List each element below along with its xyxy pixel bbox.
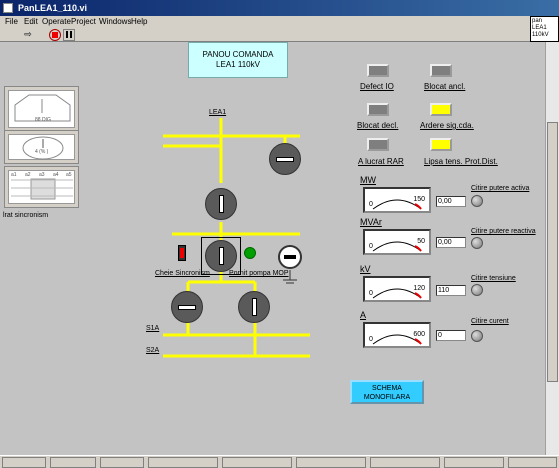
taskbar-item[interactable] — [370, 457, 440, 468]
gauge-mvar: 0 50 — [363, 229, 431, 255]
indicator-ardere-sig — [430, 103, 452, 116]
gauge-max: 50 — [417, 238, 425, 245]
indicator-label: Defect IO — [360, 82, 394, 91]
lea-label: LEA1 — [209, 109, 227, 116]
gauge-min: 0 — [369, 336, 373, 343]
indicator-label: A lucrat RAR — [358, 157, 404, 166]
indicator-label: Blocat ancl. — [424, 82, 466, 91]
gauge-min: 0 — [369, 201, 373, 208]
read-kv-button[interactable] — [471, 284, 483, 296]
read-a-label: Citire curent — [471, 318, 509, 325]
switch-bar-open — [276, 157, 294, 162]
switch-bar-closed — [219, 195, 224, 213]
read-mvar-button[interactable] — [471, 237, 483, 249]
taskbar-item[interactable] — [2, 457, 46, 468]
sync-key-switch[interactable] — [178, 245, 186, 261]
indicator-blocat-decl — [367, 103, 389, 116]
read-kv-label: Citire tensiune — [471, 275, 516, 282]
mw-value: 0,00 — [436, 196, 466, 207]
gauge-kv: 0 120 — [363, 276, 431, 302]
schema-line-2: MONOFILARA — [363, 394, 411, 401]
taskbar-item[interactable] — [100, 457, 144, 468]
gauge-max: 120 — [413, 285, 425, 292]
indicator-lucrat-rar — [367, 138, 389, 151]
mvar-value: 0,00 — [436, 237, 466, 248]
indicator-defect-io — [367, 64, 389, 77]
system-tray — [508, 457, 557, 468]
meter-title-a: A — [360, 310, 367, 320]
switch-bar-closed — [252, 298, 257, 316]
taskbar-item[interactable] — [222, 457, 292, 468]
disconnector-upper[interactable] — [205, 188, 237, 220]
disconnector-line[interactable] — [269, 143, 301, 175]
indicator-label: Ardere sig.cda. — [420, 121, 474, 130]
pump-led — [244, 247, 256, 259]
gauge-min: 0 — [369, 290, 373, 297]
disconnector-s2a[interactable] — [238, 291, 270, 323]
kv-value: 110 — [436, 285, 466, 296]
taskbar-item[interactable] — [296, 457, 366, 468]
a-value: 0 — [436, 330, 466, 341]
indicator-lipsa-tens — [430, 138, 452, 151]
sync-key-label: Cheie Sincronism — [155, 270, 210, 277]
read-mw-button[interactable] — [471, 195, 483, 207]
schema-line-1: SCHEMA — [372, 385, 402, 392]
indicator-label: Lipsa tens. Prot.Dist. — [424, 157, 498, 166]
vertical-scrollbar[interactable] — [545, 42, 559, 455]
taskbar-item[interactable] — [50, 457, 96, 468]
gauge-min: 0 — [369, 243, 373, 250]
read-mvar-label: Citire putere reactiva — [471, 228, 536, 235]
taskbar-item[interactable] — [148, 457, 218, 468]
read-mw-label: Citire putere activa — [471, 185, 530, 192]
indicator-label: Blocat decl. — [357, 121, 399, 130]
bus-s2a-label: S2A — [146, 347, 160, 354]
sync-key-indicator — [180, 248, 184, 258]
gauge-a: 0 600 — [363, 322, 431, 348]
meter-title-mw: MW — [360, 175, 376, 185]
taskbar-item[interactable] — [444, 457, 504, 468]
gauge-max: 150 — [413, 196, 425, 203]
gauge-mw: 0 150 — [363, 187, 431, 213]
minus-icon — [284, 255, 296, 259]
taskbar — [0, 455, 559, 468]
pump-label: Pornit pompa MOP — [229, 270, 289, 277]
read-a-button[interactable] — [471, 330, 483, 342]
pump-mop-button[interactable] — [278, 245, 302, 269]
meter-title-mvar: MVAr — [360, 217, 382, 227]
disconnector-s1a[interactable] — [171, 291, 203, 323]
gauge-max: 600 — [413, 331, 425, 338]
bus-s1a-label: S1A — [146, 325, 160, 332]
meter-title-kv: kV — [360, 264, 371, 274]
switch-bar-open — [178, 305, 196, 310]
indicator-blocat-ancl — [430, 64, 452, 77]
scrollbar-thumb[interactable] — [547, 122, 558, 382]
schema-monofilara-button[interactable]: SCHEMA MONOFILARA — [350, 380, 424, 404]
